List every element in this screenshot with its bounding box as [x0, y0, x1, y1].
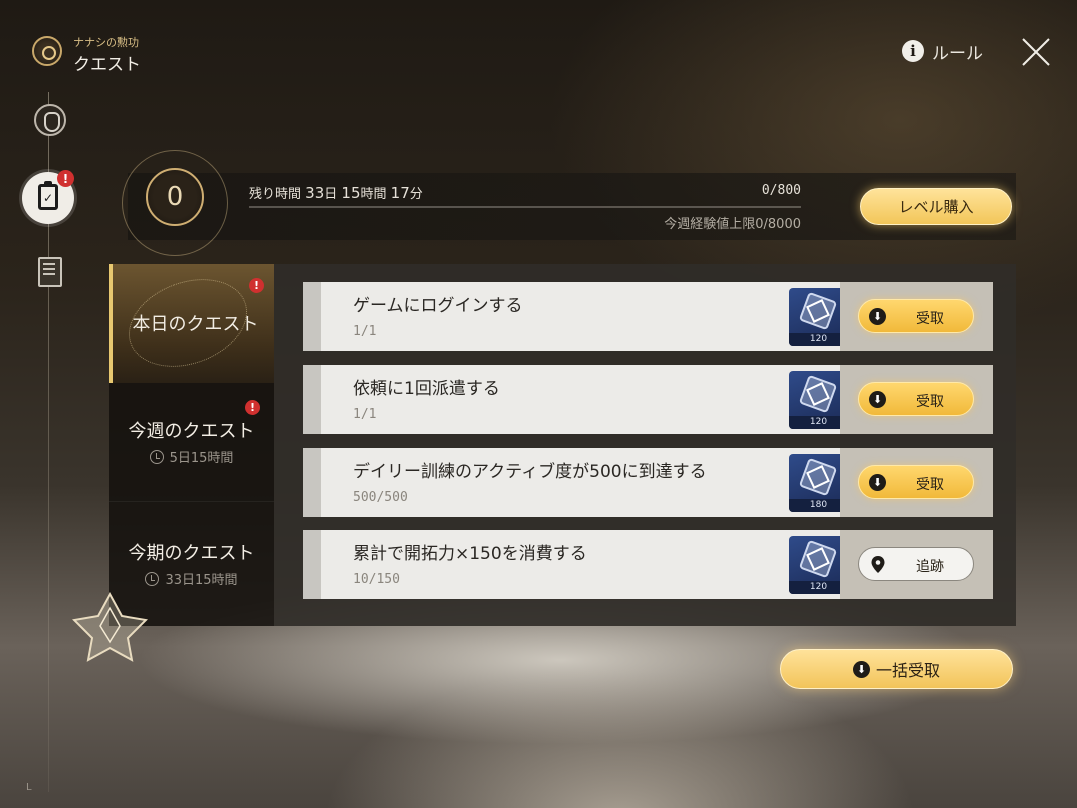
- star-crystal-icon: [72, 592, 148, 662]
- track-label: 追跡: [916, 559, 944, 575]
- quest-title: 依頼に1回派遣する: [353, 379, 500, 399]
- quest-body: 累計で開拓力×150を消費する 10/150 120: [303, 530, 848, 599]
- document-search-icon[interactable]: [38, 257, 62, 287]
- claim-button[interactable]: ⬇ 受取: [858, 382, 974, 416]
- helmet-icon[interactable]: [34, 104, 66, 136]
- buy-level-button[interactable]: レベル購入: [860, 188, 1012, 225]
- track-button[interactable]: 追跡: [858, 547, 974, 581]
- quest-body: ゲームにログインする 1/1 120: [303, 282, 848, 351]
- download-icon: ⬇: [869, 308, 886, 325]
- exp-crystal-icon: [798, 374, 838, 414]
- quest-progress: 1/1: [353, 324, 377, 339]
- remaining-label: 残り時間: [249, 187, 302, 202]
- action-cell: 追跡: [840, 530, 993, 599]
- clock-icon: [145, 572, 160, 586]
- download-icon: ⬇: [869, 474, 886, 491]
- pin-icon: [871, 556, 885, 573]
- quest-card: デイリー訓練のアクティブ度が500に到達する 500/500 180 ⬇ 受取: [303, 448, 993, 517]
- tab-season-time: 33日15時間: [165, 573, 238, 588]
- quest-tabs: 本日のクエスト ! ! 今週のクエスト 5日15時間 今期のクエスト 33日15…: [109, 264, 274, 626]
- download-icon: ⬇: [852, 660, 870, 678]
- quest-card: 累計で開拓力×150を消費する 10/150 120 追跡: [303, 530, 993, 599]
- rules-button[interactable]: i ルール: [902, 38, 983, 64]
- remaining-time: 残り時間 33日 15時間 17分: [249, 183, 423, 202]
- claim-all-button[interactable]: ⬇ 一括受取: [780, 649, 1013, 689]
- hours-unit: 時間: [360, 187, 387, 202]
- tab-weekly-timer: 5日15時間: [109, 447, 274, 466]
- quest-card: ゲームにログインする 1/1 120 ⬇ 受取: [303, 282, 993, 351]
- exp-crystal-icon: [798, 539, 838, 579]
- quest-card: 依頼に1回派遣する 1/1 120 ⬇ 受取: [303, 365, 993, 434]
- remaining-days: 33: [305, 184, 325, 202]
- tab-daily-badge: !: [249, 278, 264, 293]
- claim-button[interactable]: ⬇ 受取: [858, 299, 974, 333]
- brand-subtitle: ナナシの勲功: [73, 36, 139, 49]
- claim-all-label: 一括受取: [875, 661, 940, 680]
- tab-daily-label: 本日のクエスト: [132, 314, 259, 335]
- action-cell: ⬇ 受取: [840, 365, 993, 434]
- level-value: 0: [146, 168, 204, 226]
- clock-icon: [149, 450, 164, 464]
- tab-weekly-label: 今週のクエスト: [128, 421, 255, 442]
- rail-alert-badge: !: [57, 170, 74, 187]
- close-icon[interactable]: [1020, 36, 1052, 68]
- exp-crystal-icon: [798, 457, 838, 497]
- quest-body: デイリー訓練のアクティブ度が500に到達する 500/500 180: [303, 448, 848, 517]
- days-unit: 日: [324, 187, 338, 202]
- action-cell: ⬇ 受取: [840, 448, 993, 517]
- claim-label: 受取: [916, 394, 944, 410]
- exp-crystal-icon: [798, 291, 838, 331]
- tab-daily[interactable]: 本日のクエスト !: [109, 264, 274, 383]
- quest-progress: 10/150: [353, 572, 400, 587]
- rules-label: ルール: [932, 43, 983, 64]
- quest-title: デイリー訓練のアクティブ度が500に到達する: [353, 462, 707, 482]
- tab-season-timer: 33日15時間: [109, 569, 274, 588]
- claim-label: 受取: [916, 477, 944, 493]
- tab-weekly-time: 5日15時間: [169, 451, 234, 466]
- claim-label: 受取: [916, 311, 944, 327]
- corner-mark: L: [26, 782, 32, 793]
- quest-progress: 500/500: [353, 490, 408, 505]
- minutes-unit: 分: [409, 187, 423, 202]
- page-title: クエスト: [73, 55, 141, 75]
- tab-season-label: 今期のクエスト: [128, 543, 255, 564]
- remaining-hours: 15: [341, 184, 361, 202]
- brand-emblem-icon: [32, 36, 62, 66]
- tab-weekly[interactable]: ! 今週のクエスト 5日15時間: [109, 383, 274, 501]
- download-icon: ⬇: [869, 391, 886, 408]
- exp-value: 0/800: [761, 183, 801, 198]
- action-cell: ⬇ 受取: [840, 282, 993, 351]
- tab-weekly-badge: !: [245, 400, 260, 415]
- info-icon: i: [902, 40, 924, 62]
- quest-progress: 1/1: [353, 407, 377, 422]
- quest-title: ゲームにログインする: [353, 296, 523, 316]
- weekly-exp-cap: 今週経験値上限0/8000: [664, 217, 801, 232]
- claim-button[interactable]: ⬇ 受取: [858, 465, 974, 499]
- remaining-minutes: 17: [390, 184, 410, 202]
- quest-title: 累計で開拓力×150を消費する: [353, 544, 587, 564]
- quest-body: 依頼に1回派遣する 1/1 120: [303, 365, 848, 434]
- exp-progress-bar: [249, 206, 801, 208]
